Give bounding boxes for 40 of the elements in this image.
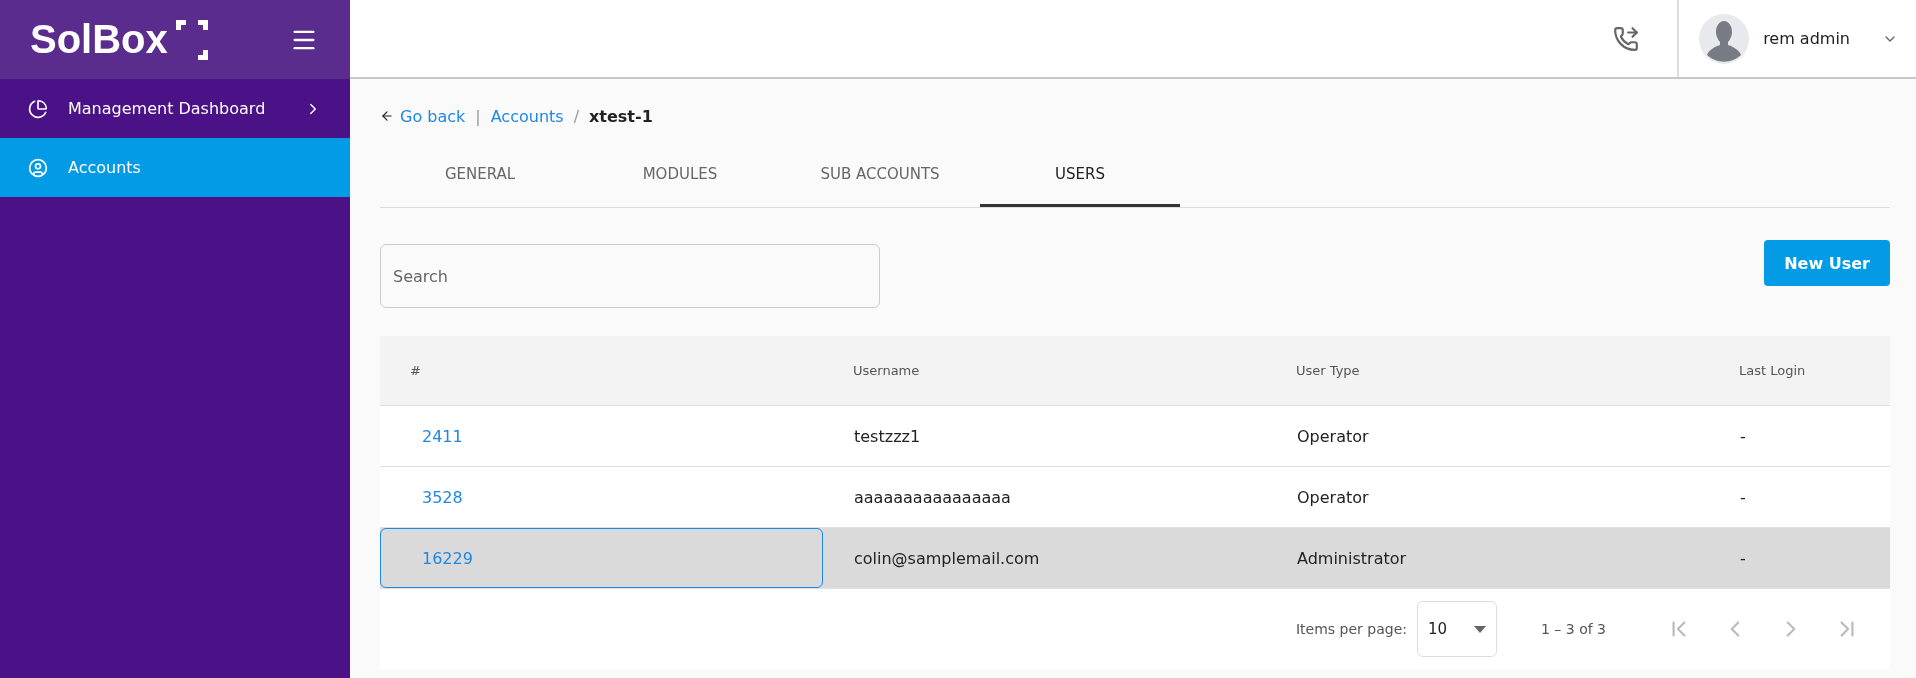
table-cell-text: colin@samplemail.com xyxy=(853,547,1041,570)
table-cell-text: Operator xyxy=(1296,425,1370,448)
breadcrumb-separator: | xyxy=(475,106,481,126)
table-row[interactable]: 16229 colin@samplemail.com Administrator - xyxy=(380,528,1890,589)
id-link[interactable]: 2411 xyxy=(380,406,823,466)
pie-chart-icon xyxy=(28,98,48,119)
sidebar-item[interactable]: Management Dashboard xyxy=(0,79,350,138)
table-cell-text: testzzz1 xyxy=(853,425,922,448)
breadcrumb-separator: / xyxy=(573,106,579,126)
page-range: 1 – 3 of 3 xyxy=(1540,621,1606,637)
logo-text: SolBox xyxy=(30,17,168,62)
sidebar-item[interactable]: Accounts xyxy=(0,138,350,197)
phone-icon[interactable] xyxy=(1613,25,1640,52)
search-field[interactable]: Search xyxy=(380,244,880,308)
tab[interactable]: GENERAL xyxy=(380,143,580,207)
table-cell-text: Operator xyxy=(1296,486,1370,509)
table-cell-text: - xyxy=(1739,486,1747,509)
tab[interactable]: USERS xyxy=(980,143,1180,207)
column-header: # xyxy=(409,363,422,378)
table-cell-text: aaaaaaaaaaaaaaaa xyxy=(853,486,1012,509)
tab[interactable]: MODULES xyxy=(580,143,780,207)
new-user-button[interactable]: New User xyxy=(1764,240,1890,286)
breadcrumb-link[interactable]: Accounts xyxy=(490,106,564,126)
id-link[interactable]: 3528 xyxy=(380,467,823,527)
page-size-select[interactable]: 10 xyxy=(1416,601,1497,657)
user-name: rem admin xyxy=(1763,29,1850,48)
column-header: User Type xyxy=(1295,363,1361,378)
items-per-page-label: Items per page: xyxy=(1295,621,1407,637)
table-cell-text: - xyxy=(1739,547,1747,570)
breadcrumb-current: xtest-1 xyxy=(589,106,653,126)
brackets-logo-icon xyxy=(173,19,210,60)
caret-icon xyxy=(1473,625,1486,633)
table-cell-text: - xyxy=(1739,425,1747,448)
tab[interactable]: SUB ACCOUNTS xyxy=(780,143,980,207)
column-header: Last Login xyxy=(1738,363,1807,378)
avatar-icon xyxy=(1699,13,1750,64)
go-back-link[interactable]: Go back xyxy=(380,106,466,126)
table-cell-text: Administrator xyxy=(1296,547,1408,570)
user-circle-icon xyxy=(28,157,48,178)
column-header: Username xyxy=(852,363,921,378)
